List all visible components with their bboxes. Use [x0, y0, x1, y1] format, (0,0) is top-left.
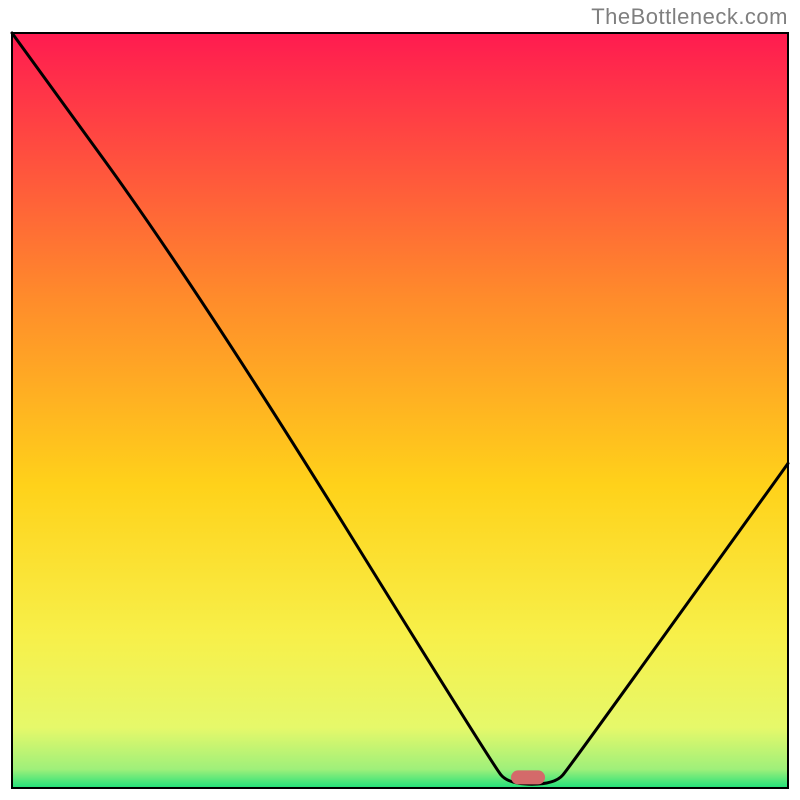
plot-background: [12, 33, 788, 788]
chart-container: TheBottleneck.com: [0, 0, 800, 800]
chart-svg: [0, 0, 800, 800]
watermark-text: TheBottleneck.com: [591, 4, 788, 30]
optimal-marker: [511, 770, 545, 784]
